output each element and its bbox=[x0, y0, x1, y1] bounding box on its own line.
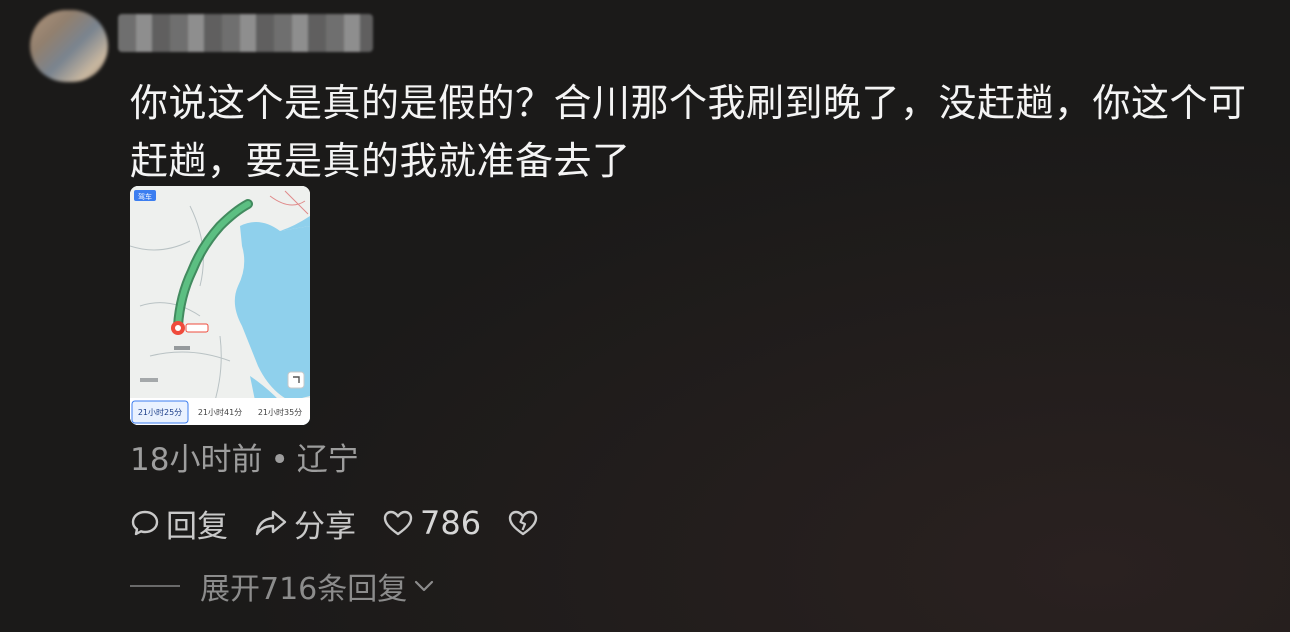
share-button[interactable]: 分享 bbox=[254, 501, 356, 546]
share-arrow-icon bbox=[255, 510, 287, 536]
meta-separator: • bbox=[270, 442, 289, 478]
like-button[interactable]: 786 bbox=[382, 504, 481, 542]
reply-button[interactable]: 回复 bbox=[130, 501, 228, 546]
comment-text: 你说这个是真的是假的？合川那个我刷到晚了，没赶趟，你这个可赶趟，要是真的我就准备… bbox=[130, 81, 1247, 183]
expand-replies-button[interactable]: 展开716条回复 bbox=[130, 564, 437, 608]
route-option-3: 21小时35分 bbox=[258, 407, 302, 417]
route-option-1: 21小时25分 bbox=[138, 407, 182, 417]
share-label: 分享 bbox=[294, 508, 356, 545]
comment-actions: 回复 分享 786 bbox=[130, 500, 571, 546]
reply-label: 回复 bbox=[166, 508, 228, 545]
expand-divider-line bbox=[130, 585, 180, 587]
map-top-badge: 驾车 bbox=[138, 192, 152, 201]
avatar[interactable] bbox=[30, 10, 108, 82]
dislike-button[interactable] bbox=[507, 508, 545, 538]
map-route-image: 驾车 21小时25分 21小时41分 21小时35分 bbox=[130, 186, 310, 425]
comment-meta: 18小时前 • 辽宁 bbox=[130, 436, 359, 484]
expand-replies-label: 展开716条回复 bbox=[200, 572, 408, 607]
comment-time: 18小时前 bbox=[130, 442, 263, 478]
heart-outline-icon bbox=[383, 510, 413, 536]
map-image-thumbnail[interactable]: 驾车 21小时25分 21小时41分 21小时35分 bbox=[130, 186, 310, 425]
route-option-2: 21小时41分 bbox=[198, 407, 242, 417]
username-blurred[interactable] bbox=[118, 14, 373, 52]
chevron-down-icon bbox=[415, 580, 434, 592]
broken-heart-icon bbox=[508, 510, 538, 536]
like-count: 786 bbox=[420, 504, 482, 542]
comment-location: 辽宁 bbox=[296, 442, 359, 478]
comment-bubble-icon bbox=[131, 510, 159, 536]
